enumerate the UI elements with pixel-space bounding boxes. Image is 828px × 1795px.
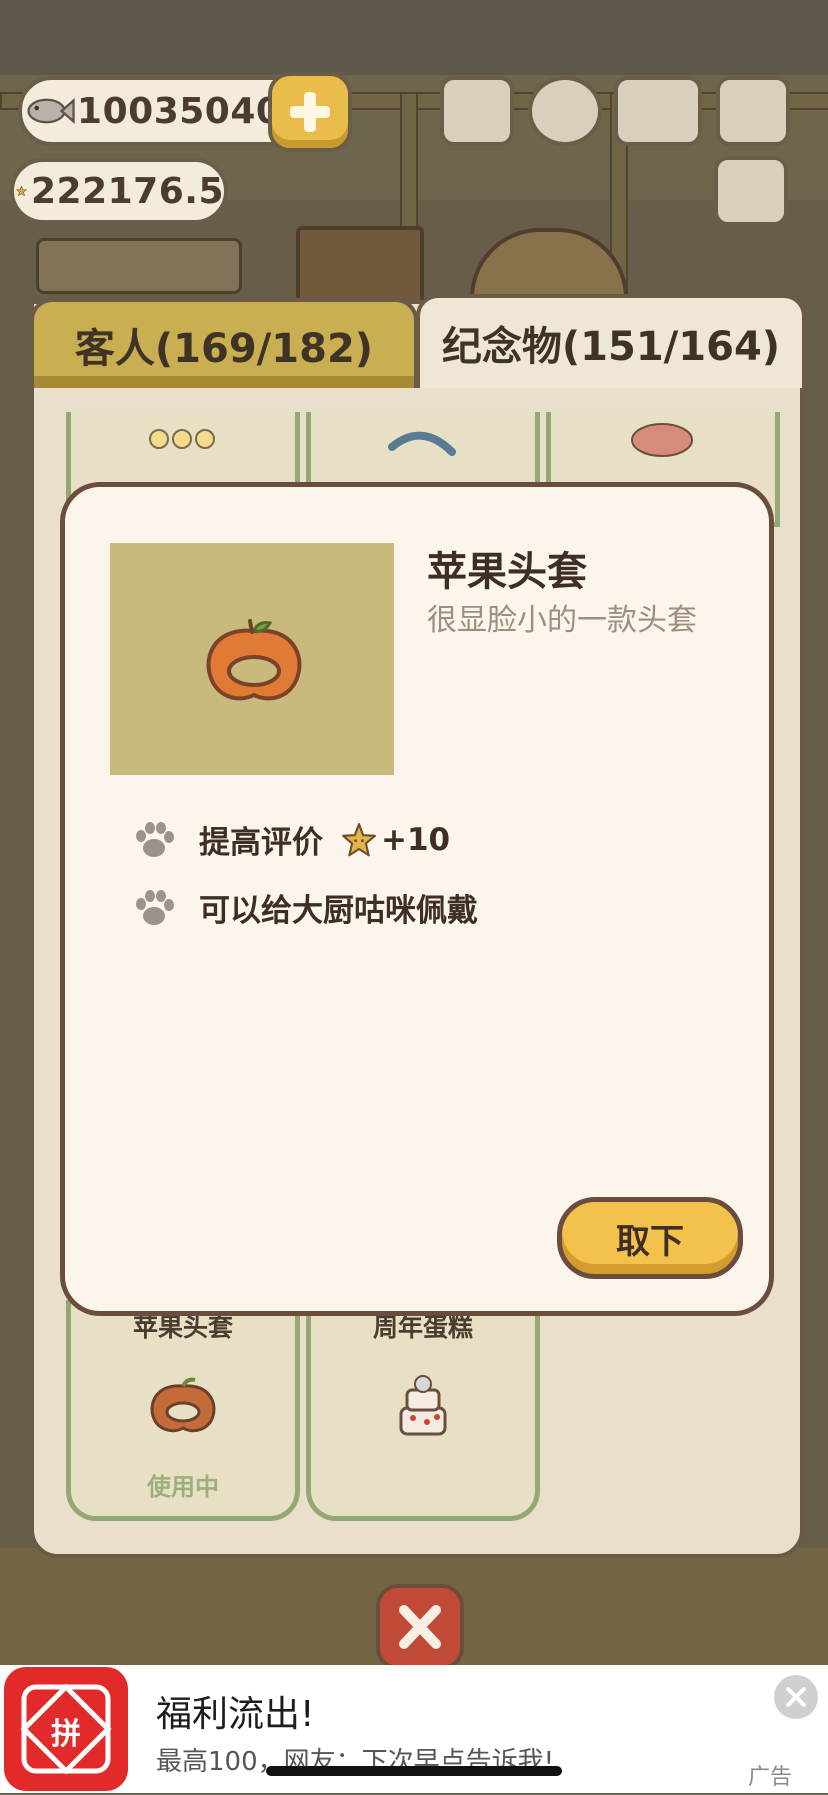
close-panel-button[interactable] xyxy=(376,1584,464,1670)
star-icon xyxy=(342,822,376,856)
ad-title[interactable]: 福利流出! xyxy=(156,1685,314,1737)
effect-chef-wearable: 可以给大厨咕咪佩戴 xyxy=(133,885,478,930)
apple-headgear-icon xyxy=(206,619,302,701)
star-rating-pill: 222176.5 xyxy=(10,158,228,224)
star-icon xyxy=(16,185,27,196)
item-detail-modal: 苹果头套 很显脸小的一款头套 提高评价 +10 可以给大厨咕咪佩戴 取下 xyxy=(60,482,774,1316)
settings-gear-icon[interactable] xyxy=(528,76,602,146)
fish-icon xyxy=(27,98,75,124)
effect-text: 提高评价 xyxy=(199,825,323,861)
item-description: 很显脸小的一款头套 xyxy=(427,603,697,638)
remove-button[interactable]: 取下 xyxy=(557,1197,743,1279)
apple-headgear-icon xyxy=(150,1377,216,1433)
effect-text: 可以给大厨咕咪佩戴 xyxy=(199,893,478,929)
item-preview-image xyxy=(110,543,394,775)
paw-icon xyxy=(136,821,174,857)
souvenir-card-anniversary-cake[interactable]: 周年蛋糕 xyxy=(306,1300,540,1521)
fish-bone-icon xyxy=(388,431,456,456)
flower-garland-icon xyxy=(149,429,215,449)
octopus-icon xyxy=(631,423,693,457)
souvenir-card-apple-headgear[interactable]: 苹果头套 使用中 xyxy=(66,1300,300,1521)
effect-rating-bonus: 提高评价 +10 xyxy=(133,817,450,862)
anniversary-cake-icon xyxy=(399,1375,447,1436)
ad-label: 广告 xyxy=(748,1765,793,1790)
paw-book-icon[interactable] xyxy=(614,76,702,146)
newspaper-icon[interactable] xyxy=(714,156,788,226)
paw-icon xyxy=(136,889,174,925)
home-indicator[interactable] xyxy=(266,1766,562,1776)
item-name: 苹果头套 xyxy=(427,549,587,595)
pinduoduo-logo[interactable]: 拼 xyxy=(4,1667,128,1791)
tab-guests[interactable]: 客人(169/182) xyxy=(30,298,418,388)
ad-close-button[interactable] xyxy=(774,1675,818,1719)
app-logo-text: 拼 xyxy=(51,1717,81,1752)
camera-icon[interactable] xyxy=(716,76,790,146)
ranking-podium-icon[interactable] xyxy=(440,76,514,146)
in-use-status: 使用中 xyxy=(147,1473,219,1501)
close-icon xyxy=(399,1605,441,1649)
effect-bonus-value: +10 xyxy=(381,821,451,858)
tab-souvenirs[interactable]: 纪念物(151/164) xyxy=(416,294,806,388)
star-rating-value: 222176.5 xyxy=(30,170,224,212)
add-currency-button[interactable] xyxy=(268,72,352,152)
